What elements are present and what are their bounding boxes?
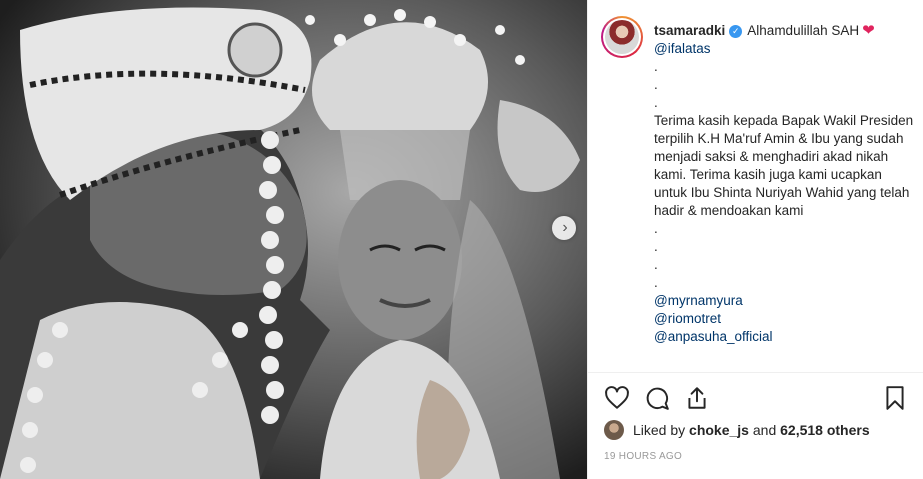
next-image-button[interactable]: ›	[552, 216, 576, 240]
comment-bubble-icon[interactable]	[644, 385, 670, 411]
mention-link[interactable]: @anpasuha_official	[654, 328, 916, 346]
post-timestamp[interactable]: 19 HOURS AGO	[604, 451, 682, 462]
likes-count-link[interactable]: 62,518 others	[780, 422, 870, 438]
verified-badge-icon: ✓	[729, 24, 743, 38]
caption-dot: .	[654, 275, 658, 290]
caption-dot: .	[654, 221, 658, 236]
post-photo[interactable]: ›	[0, 0, 587, 479]
avatar[interactable]	[601, 16, 643, 58]
mention-link[interactable]: @riomotret	[654, 310, 916, 328]
bookmark-icon[interactable]	[882, 385, 908, 411]
liked-by-user-link[interactable]: choke_js	[689, 422, 749, 438]
caption-dot: .	[654, 59, 658, 74]
username-link[interactable]: tsamaradki	[654, 22, 725, 40]
post-details-panel: tsamaradki ✓ Alhamdulillah SAH ❤ @ifalat…	[587, 0, 923, 479]
caption-dot: .	[654, 77, 658, 92]
red-heart-emoji-icon: ❤	[862, 22, 875, 39]
mention-link[interactable]: @myrnamyura	[654, 292, 916, 310]
avatar-frame	[603, 18, 641, 56]
caption-body: Terima kasih kepada Bapak Wakil Presiden…	[654, 113, 914, 218]
post-caption: tsamaradki ✓ Alhamdulillah SAH ❤ @ifalat…	[654, 22, 916, 346]
liker-avatar[interactable]	[604, 420, 624, 440]
caption-dot: .	[654, 257, 658, 272]
likes-summary: Liked by choke_js and 62,518 others	[604, 420, 870, 440]
avatar-image	[605, 20, 639, 54]
share-arrow-icon[interactable]	[684, 385, 710, 411]
mention-link[interactable]: @ifalatas	[654, 40, 916, 58]
liked-by-prefix: Liked by	[633, 422, 686, 438]
caption-dot: .	[654, 95, 658, 110]
liked-by-and: and	[752, 422, 777, 438]
heart-outline-icon[interactable]	[604, 385, 630, 411]
caption-header: tsamaradki ✓ Alhamdulillah SAH ❤	[654, 22, 916, 40]
chevron-right-icon: ›	[562, 219, 568, 236]
action-bar	[588, 372, 923, 420]
caption-first-line: Alhamdulillah SAH	[747, 23, 860, 38]
wedding-photo-illustration	[0, 0, 587, 479]
caption-dot: .	[654, 239, 658, 254]
